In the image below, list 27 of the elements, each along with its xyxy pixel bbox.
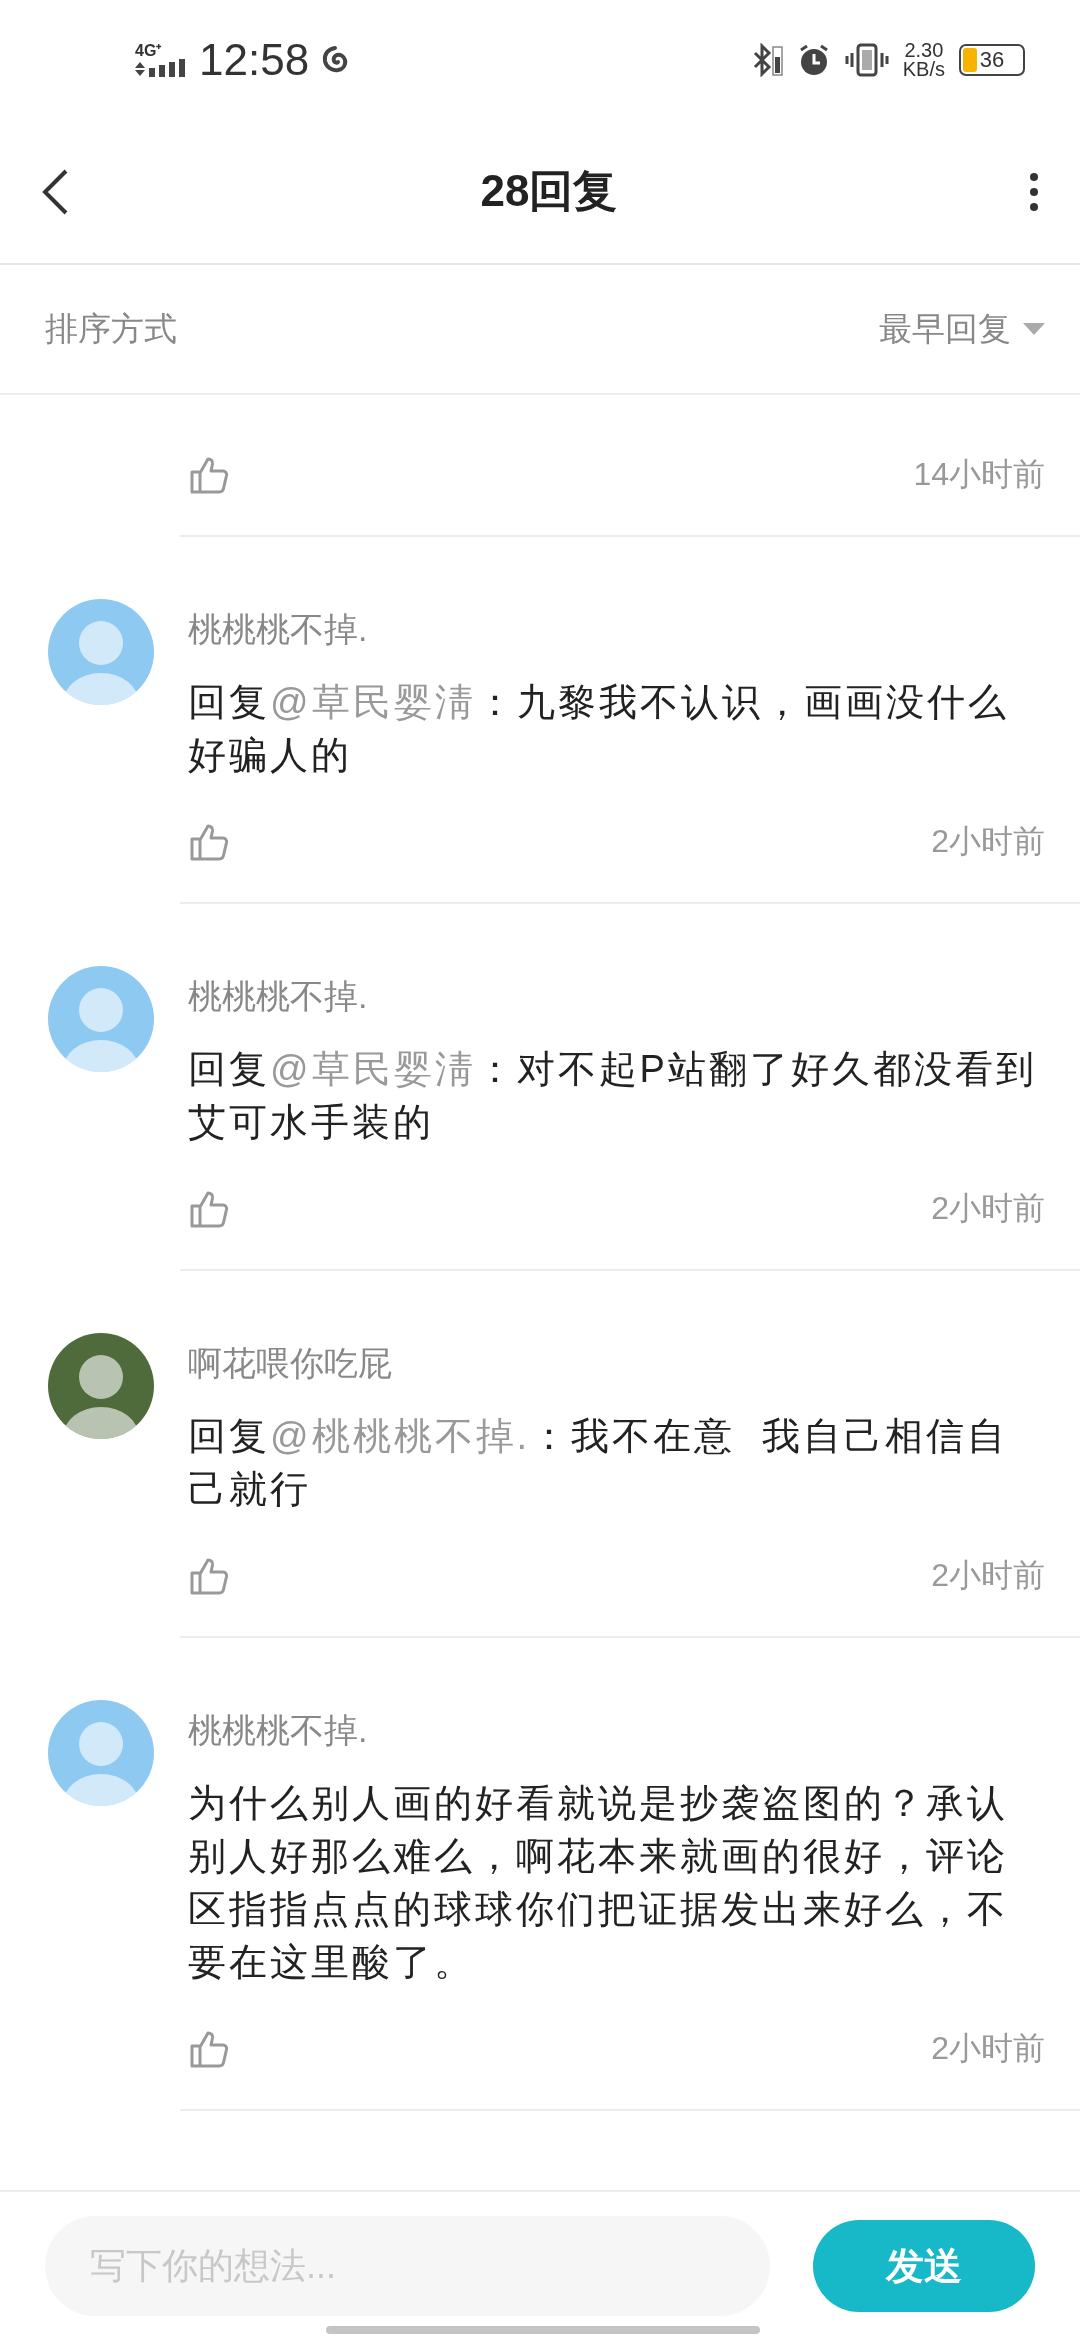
battery-icon: 36: [959, 44, 1025, 76]
sort-dropdown[interactable]: 最早回复: [879, 306, 1045, 352]
clock-time: 12:58: [199, 35, 310, 85]
comment-text: 回复@草民婴淸：对不起P站翻了好久都没看到艾可水手装的: [188, 1047, 1038, 1145]
speed-unit: KB/s: [902, 60, 945, 79]
user-name[interactable]: 啊花喂你吃屁: [188, 1338, 1080, 1388]
signal-icon: [135, 59, 187, 77]
page-title: 28回复: [480, 165, 618, 217]
timestamp: 14小时前: [913, 455, 1045, 494]
comment-text: 回复@草民婴淸：九黎我不认识，画画没什么好骗人的: [188, 680, 1010, 778]
speed-value: 2.30: [904, 41, 944, 60]
user-name[interactable]: 桃桃桃不掉.: [188, 604, 1080, 654]
send-button[interactable]: 发送: [813, 2220, 1035, 2312]
timestamp: 2小时前: [931, 1556, 1045, 1595]
caret-icon: [1023, 323, 1045, 335]
more-icon[interactable]: [1028, 171, 1040, 212]
sort-label: 排序方式: [45, 308, 177, 349]
comment-text: 回复@桃桃桃不掉.：我不在意 我自己相信自己就行: [188, 1414, 1010, 1512]
timestamp: 2小时前: [931, 2029, 1045, 2068]
network-type: 4G⁺: [135, 43, 163, 59]
user-name[interactable]: 桃桃桃不掉.: [188, 971, 1080, 1021]
user-name[interactable]: 桃桃桃不掉.: [188, 1705, 1080, 1755]
vibrate-icon: [844, 43, 889, 77]
timestamp: 2小时前: [931, 1189, 1045, 1228]
timestamp: 2小时前: [931, 822, 1045, 861]
comment-text: 为什么别人画的好看就说是抄袭盗图的？承认别人好那么难么，啊花本来就画的很好，评论区指指点点的球球你们把证据发出来好么，不要在这里酸了。: [188, 1781, 1009, 1985]
back-icon[interactable]: [40, 167, 70, 216]
